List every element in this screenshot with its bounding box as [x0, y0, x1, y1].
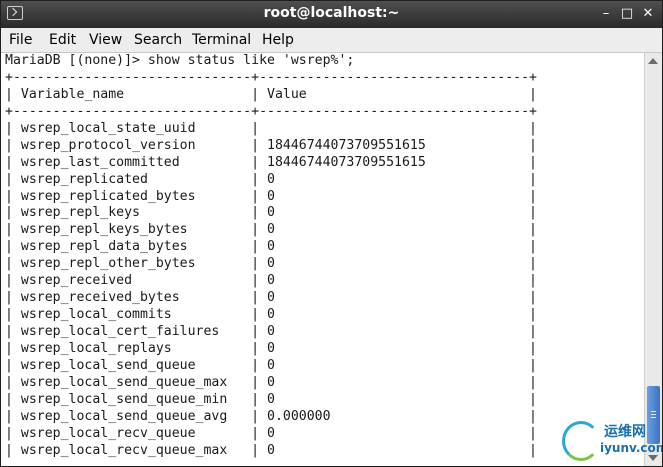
- table-row: | wsrep_repl_other_bytes | 0 |: [5, 256, 537, 272]
- table-row: | wsrep_local_recv_queue | 0 |: [5, 425, 537, 441]
- table-header: | Variable_name | Value |: [5, 86, 537, 102]
- table-row: | wsrep_last_committed | 184467440737095…: [5, 154, 537, 170]
- command-line: MariaDB [(none)]> show status like 'wsre…: [5, 53, 355, 68]
- terminal-output[interactable]: MariaDB [(none)]> show status like 'wsre…: [1, 53, 644, 466]
- title-bar[interactable]: root@localhost:~ – □ ✕: [1, 1, 662, 28]
- watermark-logo-icon: [562, 421, 600, 461]
- table-row: | wsrep_repl_keys_bytes | 0 |: [5, 222, 537, 238]
- watermark: 运维网 iyunv.com: [558, 419, 662, 465]
- table-row: | wsrep_replicated | 0 |: [5, 171, 537, 187]
- scroll-up-icon[interactable]: [648, 58, 658, 64]
- table-row: | wsrep_repl_keys | 0 |: [5, 205, 537, 221]
- table-border: +------------------------------+--------…: [5, 103, 537, 119]
- table-row: | wsrep_local_send_queue | 0 |: [5, 357, 537, 373]
- vertical-scrollbar[interactable]: [644, 53, 662, 466]
- menu-search[interactable]: Search: [134, 32, 182, 48]
- table-row: | wsrep_local_recv_queue_max | 0 |: [5, 442, 537, 458]
- minimize-button[interactable]: –: [597, 5, 615, 23]
- menu-terminal[interactable]: Terminal: [192, 32, 251, 48]
- table-row: | wsrep_local_send_queue_avg | 0.000000 …: [5, 408, 537, 424]
- close-button[interactable]: ✕: [639, 5, 657, 23]
- table-row: | wsrep_local_send_queue_max | 0 |: [5, 374, 537, 390]
- window-title: root@localhost:~: [263, 5, 400, 21]
- menu-bar: File Edit View Search Terminal Help: [1, 28, 662, 53]
- table-row: | wsrep_protocol_version | 1844674407370…: [5, 137, 537, 153]
- table-row: | wsrep_received | 0 |: [5, 273, 537, 289]
- menu-file[interactable]: File: [9, 32, 32, 48]
- table-border: +------------------------------+--------…: [5, 69, 537, 85]
- table-row: | wsrep_received_bytes | 0 |: [5, 290, 537, 306]
- table-row: | wsrep_replicated_bytes | 0 |: [5, 188, 537, 204]
- menu-edit[interactable]: Edit: [49, 32, 76, 48]
- table-row: | wsrep_local_commits | 0 |: [5, 307, 537, 323]
- terminal-window: root@localhost:~ – □ ✕ File Edit View Se…: [0, 0, 663, 467]
- table-row: | wsrep_local_state_uuid | |: [5, 120, 537, 136]
- table-row: | wsrep_local_cert_failures | 0 |: [5, 324, 537, 339]
- table-row: | wsrep_local_replays | 0 |: [5, 340, 537, 356]
- table-row: | wsrep_repl_data_bytes | 0 |: [5, 239, 537, 255]
- menu-help[interactable]: Help: [262, 32, 294, 48]
- menu-view[interactable]: View: [89, 32, 122, 48]
- maximize-button[interactable]: □: [618, 5, 636, 23]
- table-row: | wsrep_local_send_queue_min | 0 |: [5, 391, 537, 407]
- watermark-url: iyunv.com: [600, 441, 663, 455]
- watermark-chinese-text: 运维网: [604, 424, 646, 440]
